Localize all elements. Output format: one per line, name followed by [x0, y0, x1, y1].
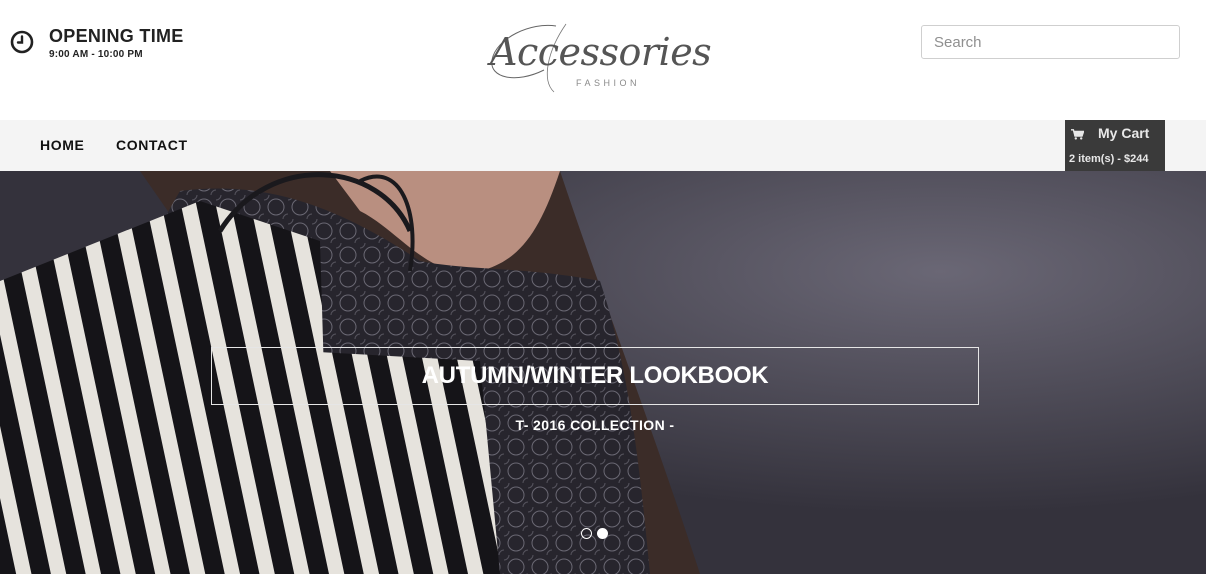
site-header: OPENING TIME 9:00 AM - 10:00 PM Accessor… — [0, 0, 1206, 120]
logo-subtitle: FASHION — [576, 78, 641, 88]
cart-icon — [1071, 128, 1084, 140]
search-input[interactable] — [921, 25, 1180, 59]
opening-hours: 9:00 AM - 10:00 PM — [49, 49, 143, 60]
nav-item-home[interactable]: HOME — [40, 137, 84, 153]
slider-dot-2[interactable] — [597, 528, 608, 539]
nav-item-contact[interactable]: CONTACT — [116, 137, 188, 153]
clock-icon — [10, 30, 34, 54]
cart-summary: 2 item(s) - $244 — [1069, 153, 1149, 165]
hero-subtitle: T- 2016 COLLECTION - — [515, 417, 675, 433]
slider-pagination — [581, 528, 608, 539]
site-logo[interactable]: Accessories FASHION — [486, 20, 712, 98]
logo-script: Accessories — [490, 30, 712, 74]
my-cart-button[interactable]: My Cart 2 item(s) - $244 — [1065, 120, 1165, 171]
main-nav: HOME CONTACT — [0, 120, 1206, 171]
cart-title: My Cart — [1098, 125, 1150, 141]
hero-slider[interactable]: AUTUMN/WINTER LOOKBOOK T- 2016 COLLECTIO… — [0, 171, 1206, 574]
hero-title: AUTUMN/WINTER LOOKBOOK — [421, 362, 769, 389]
opening-time-title: OPENING TIME — [49, 26, 184, 46]
opening-time: OPENING TIME 9:00 AM - 10:00 PM — [10, 26, 184, 60]
slider-dot-1[interactable] — [581, 528, 592, 539]
